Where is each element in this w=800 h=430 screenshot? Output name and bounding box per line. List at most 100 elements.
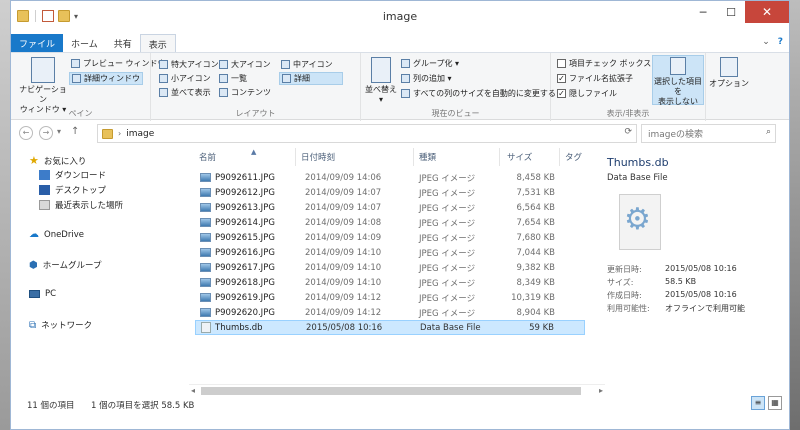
nav-favorites[interactable]: ★ お気に入り bbox=[29, 154, 86, 167]
file-type: JPEG イメージ bbox=[419, 203, 476, 214]
file-row[interactable]: P9092615.JPG 2014/09/09 14:09 JPEG イメージ … bbox=[195, 230, 585, 245]
hide-selected-items[interactable]: 選択した項目を 表示しない bbox=[652, 57, 704, 107]
details-modified: 更新日時: 2015/05/08 10:16 bbox=[607, 264, 737, 275]
search-box[interactable]: imageの検索 ⌕ bbox=[641, 124, 776, 143]
recent-locations-icon[interactable]: ▾ bbox=[57, 127, 61, 136]
maximize-button[interactable]: ☐ bbox=[717, 1, 745, 23]
sort-ascending-icon: ▲ bbox=[251, 148, 257, 156]
tab-view[interactable]: 表示 bbox=[139, 34, 176, 52]
search-icon[interactable]: ⌕ bbox=[766, 127, 771, 137]
file-row[interactable]: P9092613.JPG 2014/09/09 14:07 JPEG イメージ … bbox=[195, 200, 585, 215]
refresh-icon[interactable]: ⟳ bbox=[624, 127, 632, 137]
navigation-pane-button[interactable]: ナビゲーション ウィンドウ ▾ bbox=[17, 57, 69, 115]
item-checkboxes-toggle[interactable]: 項目チェック ボックス bbox=[557, 58, 651, 69]
nav-network[interactable]: ⧉ ネットワーク bbox=[29, 319, 92, 332]
nav-pc[interactable]: PC bbox=[29, 289, 56, 299]
layout-content[interactable]: コンテンツ bbox=[219, 87, 271, 98]
nav-label: お気に入り bbox=[43, 156, 87, 167]
details-availability: 利用可能性: オフラインで利用可能 bbox=[607, 303, 745, 314]
file-name-cell: P9092616.JPG bbox=[200, 248, 275, 258]
nav-desktop[interactable]: デスクトップ bbox=[39, 184, 106, 196]
forward-button[interactable]: → bbox=[39, 126, 53, 140]
close-button[interactable]: ✕ bbox=[745, 1, 789, 23]
tab-file[interactable]: ファイル bbox=[11, 34, 64, 52]
collapse-ribbon-icon[interactable]: ⌄ bbox=[762, 37, 770, 47]
hidden-items-label: 隠しファイル bbox=[569, 89, 617, 98]
status-bar: 11 個の項目 1 個の項目を選択 58.5 KB ≡ ▦ bbox=[11, 393, 789, 417]
file-row[interactable]: P9092616.JPG 2014/09/09 14:10 JPEG イメージ … bbox=[195, 245, 585, 260]
column-divider[interactable] bbox=[559, 148, 560, 166]
column-divider[interactable] bbox=[295, 148, 296, 166]
file-name-cell: P9092620.JPG bbox=[200, 308, 275, 318]
layout-medium-icons[interactable]: 中アイコン bbox=[281, 59, 333, 70]
hidden-items-toggle[interactable]: ✓ 隠しファイル bbox=[557, 88, 617, 99]
file-row[interactable]: P9092618.JPG 2014/09/09 14:10 JPEG イメージ … bbox=[195, 275, 585, 290]
file-extensions-toggle[interactable]: ✓ ファイル名拡張子 bbox=[557, 73, 633, 84]
file-row[interactable]: P9092614.JPG 2014/09/09 14:08 JPEG イメージ … bbox=[195, 215, 585, 230]
group-by-button[interactable]: グループ化 ▾ bbox=[401, 58, 459, 69]
details-file-type: Data Base File bbox=[607, 173, 668, 183]
search-input[interactable]: imageの検索 bbox=[648, 127, 703, 140]
nav-downloads[interactable]: ダウンロード bbox=[39, 169, 106, 181]
nav-recent-places[interactable]: 最近表示した場所 bbox=[39, 199, 123, 211]
window-title: image bbox=[382, 10, 418, 23]
back-button[interactable]: ← bbox=[19, 126, 33, 140]
options-button[interactable]: オプション bbox=[709, 57, 749, 89]
address-bar[interactable]: › image ⟳ bbox=[97, 124, 637, 143]
column-header-size[interactable]: サイズ bbox=[507, 148, 532, 166]
column-header-tags[interactable]: タグ bbox=[565, 148, 582, 166]
file-date: 2014/09/09 14:07 bbox=[305, 202, 382, 213]
help-icon[interactable]: ? bbox=[778, 37, 783, 47]
file-row[interactable]: P9092617.JPG 2014/09/09 14:10 JPEG イメージ … bbox=[195, 260, 585, 275]
image-file-icon bbox=[200, 248, 211, 257]
layout-extra-large-icons[interactable]: 特大アイコン bbox=[159, 59, 219, 70]
file-row[interactable]: P9092620.JPG 2014/09/09 14:12 JPEG イメージ … bbox=[195, 305, 585, 320]
minimize-button[interactable]: ─ bbox=[689, 1, 717, 23]
layout-icon bbox=[219, 74, 228, 83]
explorer-window: ▾ image ─ ☐ ✕ ファイル ホーム 共有 表示 ⌄ ? ナビゲーション… bbox=[10, 0, 790, 430]
column-divider[interactable] bbox=[499, 148, 500, 166]
file-row[interactable]: P9092611.JPG 2014/09/09 14:06 JPEG イメージ … bbox=[195, 170, 585, 185]
column-header-name[interactable]: ▲ 名前 bbox=[199, 148, 256, 166]
details-value: 2015/05/08 10:16 bbox=[665, 290, 737, 299]
sort-label-2: ▾ bbox=[378, 95, 383, 104]
layout-list[interactable]: 一覧 bbox=[219, 73, 247, 84]
layout-label: 並べて表示 bbox=[171, 88, 211, 97]
file-name: P9092613.JPG bbox=[215, 202, 275, 213]
layout-icon bbox=[219, 88, 228, 97]
file-row[interactable]: P9092612.JPG 2014/09/09 14:07 JPEG イメージ … bbox=[195, 185, 585, 200]
add-columns-button[interactable]: 列の追加 ▾ bbox=[401, 73, 452, 84]
column-divider[interactable] bbox=[413, 148, 414, 166]
file-type: JPEG イメージ bbox=[419, 248, 476, 259]
file-row-selected[interactable]: Thumbs.db 2015/05/08 10:16 Data Base Fil… bbox=[195, 320, 585, 335]
column-header-date[interactable]: 日付時刻 bbox=[301, 148, 335, 166]
breadcrumb-chevron-icon[interactable]: › bbox=[118, 129, 121, 138]
tab-home[interactable]: ホーム bbox=[63, 34, 106, 52]
checkbox-checked[interactable]: ✓ bbox=[557, 89, 566, 98]
nav-homegroup[interactable]: ⬢ ホームグループ bbox=[29, 259, 101, 272]
file-name: P9092611.JPG bbox=[215, 172, 275, 183]
breadcrumb-current[interactable]: image bbox=[126, 129, 154, 139]
file-name: P9092614.JPG bbox=[215, 217, 275, 228]
up-button[interactable]: ↑ bbox=[71, 126, 79, 137]
checkbox-checked[interactable]: ✓ bbox=[557, 74, 566, 83]
large-icons-view-icon[interactable]: ▦ bbox=[768, 396, 782, 410]
layout-tiles[interactable]: 並べて表示 bbox=[159, 87, 211, 98]
details-view-icon[interactable]: ≡ bbox=[751, 396, 765, 410]
nav-label: PC bbox=[45, 289, 57, 299]
sort-by-button[interactable]: 並べ替え ▾ bbox=[365, 57, 397, 105]
selection-info: 1 個の項目を選択 58.5 KB bbox=[91, 401, 195, 411]
details-pane-button[interactable]: 詳細ウィンドウ bbox=[69, 72, 143, 85]
layout-details[interactable]: 詳細 bbox=[279, 72, 343, 85]
layout-small-icons[interactable]: 小アイコン bbox=[159, 73, 211, 84]
size-columns-label: すべての列のサイズを自動的に変更する bbox=[413, 89, 556, 98]
image-file-icon bbox=[200, 218, 211, 227]
file-row[interactable]: P9092619.JPG 2014/09/09 14:12 JPEG イメージ … bbox=[195, 290, 585, 305]
column-header-type[interactable]: 種類 bbox=[419, 148, 436, 166]
size-all-columns-button[interactable]: すべての列のサイズを自動的に変更する bbox=[401, 88, 556, 99]
checkbox-unchecked[interactable] bbox=[557, 59, 566, 68]
nav-onedrive[interactable]: ☁ OneDrive bbox=[29, 229, 84, 240]
layout-large-icons[interactable]: 大アイコン bbox=[219, 59, 271, 70]
database-file-icon bbox=[201, 322, 211, 333]
tab-share[interactable]: 共有 bbox=[106, 34, 140, 52]
